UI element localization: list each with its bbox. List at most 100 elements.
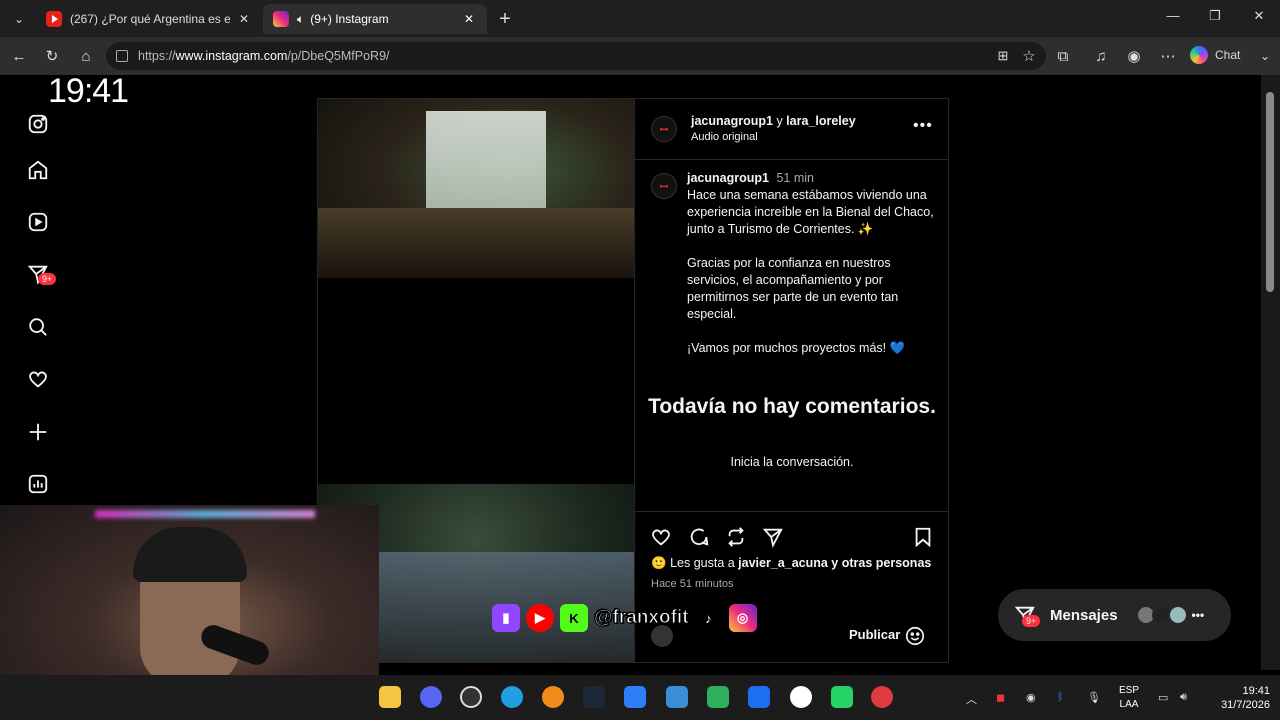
lang-line: ESP [1118,685,1139,696]
caption-author[interactable]: jacunagroup1 [687,171,769,185]
dashboard-icon[interactable] [26,472,50,496]
messages-label: Mensajes [1050,606,1118,624]
reels-icon[interactable] [26,210,50,234]
comment-icon[interactable] [687,525,711,549]
new-tab-button[interactable]: + [494,8,516,30]
copilot-chat-button[interactable]: Chat [1190,46,1240,64]
lang-line: LAA [1119,699,1139,710]
xbox-icon[interactable] [790,686,812,708]
close-window-button[interactable]: ✕ [1244,8,1274,24]
no-comments-title: Todavía no hay comentarios. [648,395,936,418]
file-explorer-icon[interactable] [379,686,401,708]
app-icon[interactable] [871,686,893,708]
steam-icon[interactable] [583,686,605,708]
extensions-icon[interactable]: ⧉ [1052,45,1074,67]
app-available-icon[interactable]: ⊞ [992,45,1014,67]
instagram-icon: ◎ [728,604,757,632]
direct-badge: 9+ [38,273,57,285]
scroll-thumb[interactable] [1266,92,1274,292]
app-icon[interactable] [707,686,729,708]
amd-icon[interactable]: ◼ [996,691,1005,704]
app-icon[interactable] [748,686,770,708]
minimize-button[interactable]: — [1158,8,1188,23]
caption-paragraph: Gracias por la confianza en nuestros ser… [687,256,899,321]
instagram-icon [273,11,289,27]
tab-actions-chevron-icon[interactable]: ⌄ [8,8,30,30]
taskbar-clock[interactable]: 19:41 31/7/2026 [1200,684,1270,712]
refresh-icon[interactable]: ↻ [41,45,63,67]
more-icon: ••• [1191,608,1205,622]
site-info-icon[interactable] [116,50,128,62]
input-language[interactable]: ESP LAA [1114,684,1144,712]
back-icon[interactable]: ← [8,45,30,67]
no-comments-subtitle: Inicia la conversación. [730,455,854,469]
audio-link[interactable]: Audio original [691,131,758,143]
discord-icon[interactable] [420,686,442,708]
caption-paragraph: ¡Vamos por muchos proyectos más! 💙 [687,341,906,355]
url-prefix: https:// [138,49,176,63]
caption-author-avatar[interactable]: ꟷ [651,173,677,199]
event-photo-stage [318,99,634,278]
search-icon[interactable] [26,315,50,339]
whatsapp-icon[interactable] [831,686,853,708]
media-control-icon[interactable]: ♫ [1090,45,1112,67]
more-options-icon[interactable]: ••• [913,117,933,135]
liker-username[interactable]: javier_a_acuna [738,556,828,570]
url-host: www.instagram.com [175,49,288,63]
twitch-icon: ▮ [492,604,520,632]
url-path: /p/DbeQ5MfPoR9/ [287,49,390,63]
caption-age[interactable]: 51 min [776,171,814,185]
like-heart-icon[interactable] [649,525,673,549]
caption-paragraph: Hace una semana estábamos viviendo una e… [687,188,934,236]
browser-toolbar: ← ↻ ⌂ https://www.instagram.com/p/DbeQ5M… [0,37,1280,75]
post-timestamp[interactable]: Hace 51 minutos [651,578,734,590]
obs-icon[interactable] [460,686,482,708]
emoji-icon[interactable] [904,625,926,652]
tab-youtube[interactable]: (267) ¿Por qué Argentina es el Mej ✕ [36,4,262,34]
led-strip [95,510,315,518]
app-icon[interactable] [542,686,564,708]
liker-avatar[interactable]: 🙂 [651,556,667,570]
caption-text: Hace una semana estábamos viviendo una e… [687,187,937,357]
profile-icon[interactable]: ◉ [1123,45,1145,67]
home-icon[interactable]: ⌂ [75,45,97,67]
share-icon[interactable] [761,525,785,549]
bluetooth-icon[interactable]: ᛒ [1057,691,1064,703]
divider [635,159,949,160]
home-icon[interactable] [26,158,50,182]
page-scrollbar[interactable] [1261,75,1280,670]
likes-prefix: Les gusta a [670,556,739,570]
notifications-heart-icon[interactable] [26,367,50,391]
avatar [1167,605,1188,625]
create-plus-icon[interactable] [26,420,50,444]
overlay-clock: 19:41 [48,72,129,110]
close-tab-icon[interactable]: ✕ [461,12,477,26]
volume-icon[interactable]: 🔊︎ [1180,691,1187,704]
edge-icon[interactable] [501,686,523,708]
save-bookmark-icon[interactable] [911,525,935,549]
close-tab-icon[interactable]: ✕ [236,12,252,26]
address-bar[interactable]: https://www.instagram.com/p/DbeQ5MfPoR9/ [106,42,1046,70]
sidebar-toggle-icon[interactable]: ⌄ [1254,45,1276,67]
likes-suffix[interactable]: y otras personas [828,556,931,570]
tab-instagram[interactable]: 🔈︎ (9+) Instagram ✕ [263,4,487,34]
network-icon[interactable]: ▭ [1158,691,1168,704]
store-icon[interactable] [624,686,646,708]
stream-social-overlay: ▮ ▶ K @franxofit ♪ ◎ [492,604,757,632]
more-menu-icon[interactable]: ⋯ [1157,45,1179,67]
author-avatar[interactable]: ꟷ [651,116,677,142]
publish-button[interactable]: Publicar [849,627,900,642]
chat-label: Chat [1215,48,1241,62]
steam-tray-icon[interactable]: ◉ [1026,691,1036,704]
restore-button[interactable]: ❐ [1200,8,1230,24]
photos-icon[interactable] [666,686,688,708]
microphone-icon[interactable]: 🎙︎ [1087,691,1101,704]
messages-button[interactable]: 9+ Mensajes ••• [998,589,1231,641]
tray-overflow-icon[interactable]: ︿ [966,691,977,707]
favorite-star-icon[interactable]: ☆ [1018,45,1040,67]
instagram-logo-icon[interactable] [26,112,50,136]
repost-icon[interactable] [724,525,748,549]
coauthor-link[interactable]: lara_loreley [786,114,856,128]
speaker-icon[interactable]: 🔈︎ [297,12,304,27]
author-link[interactable]: jacunagroup1 [691,114,773,128]
